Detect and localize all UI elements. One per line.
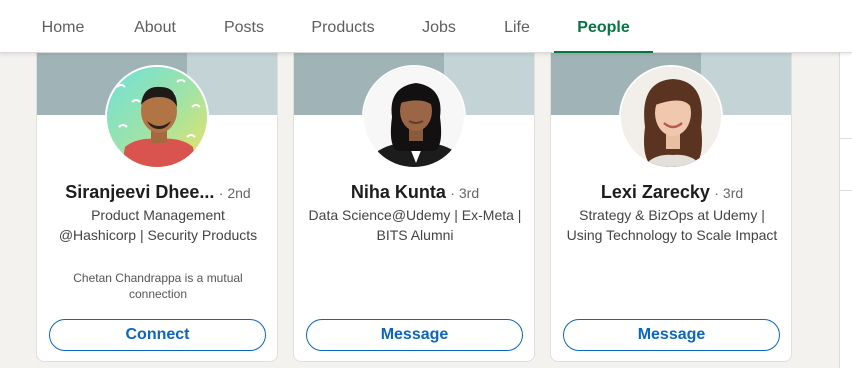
tab-people[interactable]: People <box>554 0 653 53</box>
connection-degree: · 3rd <box>714 185 744 201</box>
mutual-connection-text: Chetan Chandrappa is a mutual connection <box>73 271 243 301</box>
person-name-line: Siranjeevi Dhee... · 2nd <box>37 182 277 203</box>
person-card: Siranjeevi Dhee... · 2nd Product Managem… <box>36 40 278 362</box>
person-name[interactable]: Siranjeevi Dhee... <box>65 182 214 202</box>
tab-posts[interactable]: Posts <box>212 0 276 53</box>
connection-degree: · 3rd <box>450 185 480 201</box>
person-card: Lexi Zarecky · 3rd Strategy & BizOps at … <box>550 40 792 362</box>
person-name[interactable]: Lexi Zarecky <box>601 182 710 202</box>
right-sidebar-edge <box>817 53 852 368</box>
tab-products[interactable]: Products <box>298 0 388 53</box>
tab-home[interactable]: Home <box>28 0 98 53</box>
person-card: Niha Kunta · 3rd Data Science@Udemy | Ex… <box>293 40 535 362</box>
message-button[interactable]: Message <box>306 319 523 351</box>
profile-photo-woman-brown-hair-icon <box>621 67 721 167</box>
page-tab-bar: Home About Posts Products Jobs Life Peop… <box>0 0 852 53</box>
profile-photo-woman-black-blazer-icon <box>364 67 464 167</box>
avatar[interactable] <box>362 65 466 169</box>
profile-photo-man-red-shirt-icon <box>107 67 207 167</box>
tab-life[interactable]: Life <box>490 0 544 53</box>
person-headline: Strategy & BizOps at Udemy | Using Techn… <box>566 207 778 243</box>
person-name-line: Lexi Zarecky · 3rd <box>551 182 791 203</box>
connection-degree: · 2nd <box>218 185 251 201</box>
person-name[interactable]: Niha Kunta <box>351 182 446 202</box>
divider <box>840 190 852 191</box>
divider <box>840 138 852 139</box>
person-name-line: Niha Kunta · 3rd <box>294 182 534 203</box>
avatar[interactable] <box>619 65 723 169</box>
connect-button[interactable]: Connect <box>49 319 266 351</box>
person-headline: Data Science@Udemy | Ex-Meta | BITS Alum… <box>308 207 522 243</box>
person-headline: Product Management @Hashicorp | Security… <box>58 207 258 243</box>
message-button[interactable]: Message <box>563 319 780 351</box>
right-sidebar-panel <box>839 53 852 368</box>
tab-about[interactable]: About <box>120 0 190 53</box>
tab-jobs[interactable]: Jobs <box>410 0 468 53</box>
avatar[interactable] <box>105 65 209 169</box>
